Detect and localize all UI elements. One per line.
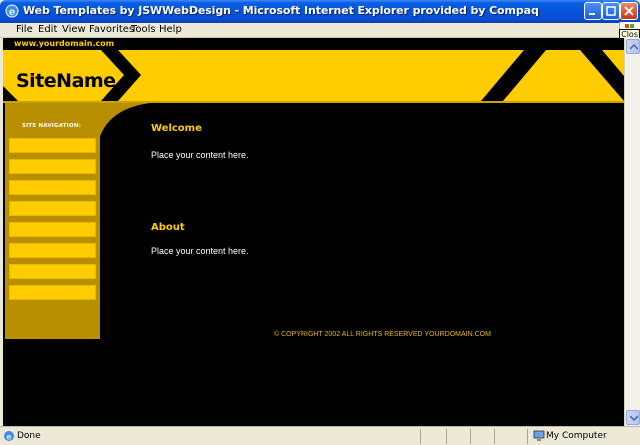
browser-window: e Web Templates by JSWWebDesign - Micros… <box>0 0 640 445</box>
scroll-down-button[interactable] <box>626 410 640 425</box>
title-bar[interactable]: e Web Templates by JSWWebDesign - Micros… <box>0 0 640 23</box>
arrow-up-icon <box>630 44 638 50</box>
my-computer-icon <box>533 430 545 441</box>
nav-button-3[interactable] <box>9 180 96 195</box>
status-divider <box>446 429 447 444</box>
nav-button-7[interactable] <box>9 264 96 279</box>
status-divider <box>527 429 528 444</box>
menu-view[interactable]: View <box>62 24 86 35</box>
menu-bar: File Edit View Favorites Tools Help <box>0 23 640 38</box>
minimize-icon <box>589 13 595 15</box>
close-icon <box>624 6 634 16</box>
nav-button-2[interactable] <box>9 159 96 174</box>
minimize-button[interactable] <box>584 2 602 20</box>
menu-file[interactable]: File <box>16 24 33 35</box>
menu-tools[interactable]: Tools <box>131 24 156 35</box>
status-bar: e Done My Computer <box>0 426 640 445</box>
copyright-text: © COPYRIGHT 2002 ALL RIGHTS RESERVED YOU… <box>274 331 491 338</box>
security-zone: My Computer <box>546 431 607 441</box>
site-navigation-label: SITE NAVIGATION: <box>22 123 82 129</box>
arrow-down-icon <box>630 415 638 421</box>
page-viewport: www.yourdomain.com SiteName SITE NAVIGAT… <box>3 38 624 426</box>
maximize-button[interactable] <box>602 2 620 20</box>
scroll-up-button[interactable] <box>626 39 640 54</box>
page-done-icon: e <box>4 431 14 442</box>
window-title: Web Templates by JSWWebDesign - Microsof… <box>23 4 539 17</box>
status-divider <box>470 429 471 444</box>
svg-text:e: e <box>9 7 15 18</box>
svg-text:e: e <box>6 432 11 442</box>
status-divider <box>494 429 495 444</box>
site-name: SiteName <box>16 70 116 92</box>
status-divider <box>420 429 421 444</box>
menu-edit[interactable]: Edit <box>38 24 57 35</box>
internet-explorer-icon: e <box>5 4 19 18</box>
nav-button-6[interactable] <box>9 243 96 258</box>
domain-link[interactable]: www.yourdomain.com <box>14 39 114 48</box>
nav-button-5[interactable] <box>9 222 96 237</box>
maximize-icon <box>606 6 616 16</box>
vertical-scrollbar[interactable] <box>624 38 640 426</box>
header-banner: SiteName <box>3 50 624 101</box>
menu-help[interactable]: Help <box>159 24 182 35</box>
sidebar-curve <box>98 103 150 143</box>
welcome-heading: Welcome <box>151 123 202 134</box>
about-text: Place your content here. <box>151 246 249 256</box>
welcome-text: Place your content here. <box>151 150 249 160</box>
domain-strip: www.yourdomain.com <box>3 38 624 50</box>
about-heading: About <box>151 222 185 233</box>
status-text: Done <box>17 431 41 441</box>
nav-button-8[interactable] <box>9 285 96 300</box>
nav-button-4[interactable] <box>9 201 96 216</box>
nav-button-1[interactable] <box>9 138 96 153</box>
close-button[interactable] <box>620 2 638 20</box>
menu-favorites[interactable]: Favorites <box>89 24 134 35</box>
